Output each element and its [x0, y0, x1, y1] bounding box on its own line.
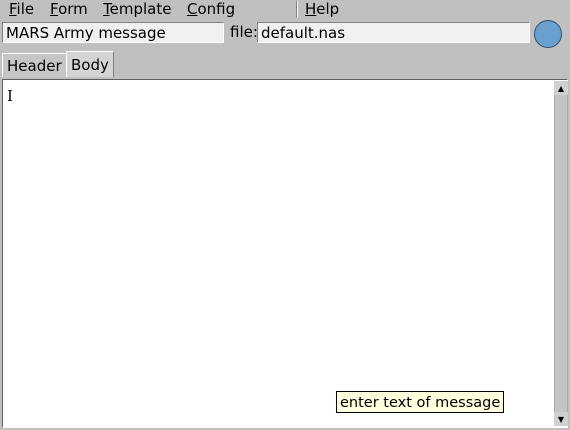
tooltip: enter text of message — [336, 391, 505, 413]
scroll-up-arrow-icon[interactable]: ▲ — [554, 81, 568, 95]
text-cursor-icon: I — [7, 87, 13, 105]
scroll-down-arrow-icon[interactable]: ▼ — [554, 412, 568, 426]
menu-config-label: onfig — [197, 0, 236, 18]
message-title-text: MARS Army message — [6, 24, 166, 42]
menu-form-label: orm — [58, 0, 88, 18]
menu-help-label: elp — [316, 0, 340, 18]
tab-body[interactable]: Body — [66, 51, 114, 77]
menu-template-label: emplate — [109, 0, 172, 18]
file-label: file: — [230, 23, 258, 41]
message-title-field[interactable]: MARS Army message — [2, 22, 224, 43]
message-body-editor[interactable]: I ▲ ▼ — [2, 79, 568, 428]
file-name-text: default.nas — [261, 24, 346, 42]
menu-help[interactable]: Help — [305, 0, 339, 18]
menu-template-accel: T — [103, 0, 110, 18]
file-name-field[interactable]: default.nas — [257, 22, 530, 43]
menu-form[interactable]: Form — [50, 0, 88, 18]
menu-file[interactable]: File — [9, 0, 34, 18]
status-circle-icon[interactable] — [534, 20, 562, 48]
menu-config[interactable]: Config — [187, 0, 235, 18]
vertical-scrollbar[interactable]: ▲ ▼ — [554, 81, 568, 426]
menu-bar: File Form Template Config Help — [0, 0, 570, 18]
menu-form-accel: F — [50, 0, 59, 18]
menu-help-accel: H — [305, 0, 317, 18]
scrollbar-thumb[interactable] — [555, 95, 567, 412]
menu-template[interactable]: Template — [103, 0, 171, 18]
tab-body-label: Body — [71, 56, 109, 74]
tab-header-label: Header — [7, 57, 62, 75]
tab-header[interactable]: Header — [2, 53, 67, 77]
menu-separator — [296, 1, 298, 17]
menu-file-accel: F — [9, 0, 17, 18]
menu-config-accel: C — [187, 0, 198, 18]
menu-file-label: ile — [16, 0, 35, 18]
